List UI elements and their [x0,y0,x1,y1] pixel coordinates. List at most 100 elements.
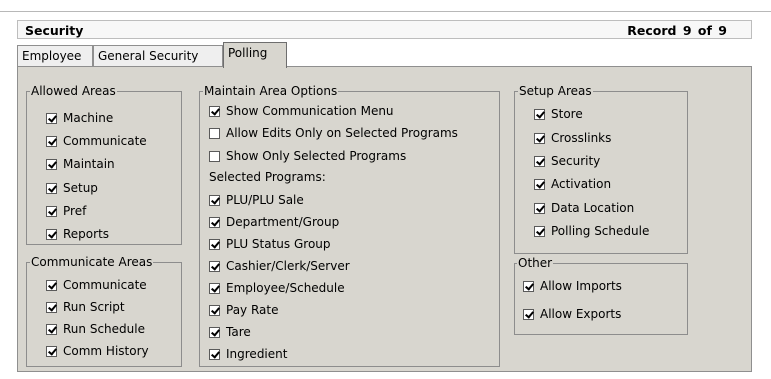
show-only-selected-checkbox[interactable]: Show Only Selected Programs [209,149,406,163]
comm-history-checkbox[interactable]: Comm History [46,344,149,358]
checkbox-label: Allow Imports [540,279,622,293]
store-checkbox[interactable]: Store [534,107,583,121]
plu-sale-checkbox[interactable]: PLU/PLU Sale [209,193,304,207]
checkbox-box[interactable] [523,280,534,292]
checkbox-label: Run Schedule [63,322,145,336]
communicate-checkbox[interactable]: Communicate [46,134,147,148]
checkbox-box[interactable] [209,260,220,272]
maintain-options-legend: Maintain Area Options [203,84,339,98]
run-script-checkbox[interactable]: Run Script [46,300,125,314]
setup-areas-legend: Setup Areas [518,84,593,98]
checkbox-label: Setup [63,181,98,195]
allow-exports-checkbox[interactable]: Allow Exports [523,307,621,321]
communicate-areas-legend: Communicate Areas [30,255,154,269]
top-divider [0,11,771,12]
checkbox-label: Ingredient [226,347,288,361]
checkbox-box[interactable] [534,132,545,144]
run-schedule-checkbox[interactable]: Run Schedule [46,322,145,336]
pay-rate-checkbox[interactable]: Pay Rate [209,303,278,317]
checkbox-box[interactable] [46,279,57,291]
activation-checkbox[interactable]: Activation [534,177,611,191]
cashier-clerk-server-checkbox[interactable]: Cashier/Clerk/Server [209,259,350,273]
checkbox-box[interactable] [209,304,220,316]
checkbox-box[interactable] [209,127,220,139]
checkbox-label: Security [551,154,601,168]
reports-checkbox[interactable]: Reports [46,227,109,241]
checkbox-box[interactable] [46,345,57,357]
tab-general-security[interactable]: General Security [93,45,223,67]
checkbox-label: Communicate [63,278,147,292]
record-header: Security Record 9 of 9 [17,20,752,39]
polling-schedule-checkbox[interactable]: Polling Schedule [534,224,649,238]
checkbox-label: Employee/Schedule [226,281,345,295]
checkbox-label: Machine [63,111,114,125]
checkbox-box[interactable] [46,228,57,240]
selected-programs-label: Selected Programs: [209,170,326,184]
checkbox-label: Show Only Selected Programs [226,149,407,163]
communicate-areas-group: Communicate Areas Communicate Run Script… [26,255,182,367]
checkbox-label: Department/Group [226,215,340,229]
checkbox-label: Run Script [63,300,125,314]
checkbox-box[interactable] [209,105,220,117]
checkbox-label: Allow Exports [540,307,622,321]
checkbox-box[interactable] [46,301,57,313]
checkbox-box[interactable] [209,216,220,228]
checkbox-label: Show Communication Menu [226,104,394,118]
checkbox-box[interactable] [46,135,57,147]
checkbox-box[interactable] [46,205,57,217]
tab-polling[interactable]: Polling [223,42,287,68]
comm-communicate-checkbox[interactable]: Communicate [46,278,147,292]
checkbox-box[interactable] [209,150,220,162]
other-legend: Other [517,256,554,270]
show-communication-menu-checkbox[interactable]: Show Communication Menu [209,104,394,118]
page-title: Security [25,23,84,38]
setup-checkbox[interactable]: Setup [46,181,98,195]
checkbox-box[interactable] [46,112,57,124]
plu-status-group-checkbox[interactable]: PLU Status Group [209,237,331,251]
other-group: Other Allow Imports Allow Exports [514,256,688,335]
checkbox-box[interactable] [523,308,534,320]
checkbox-box[interactable] [209,326,220,338]
checkbox-label: Crosslinks [551,131,612,145]
record-counter: Record 9 of 9 [627,23,727,38]
checkbox-box[interactable] [46,323,57,335]
checkbox-box[interactable] [209,194,220,206]
allowed-areas-group: Allowed Areas Machine Communicate Mainta… [26,84,182,245]
checkbox-label: Cashier/Clerk/Server [226,259,350,273]
tab-employee[interactable]: Employee [17,45,93,67]
checkbox-label: Polling Schedule [551,224,650,238]
maintain-checkbox[interactable]: Maintain [46,157,115,171]
checkbox-box[interactable] [534,155,545,167]
checkbox-box[interactable] [209,282,220,294]
checkbox-label: Reports [63,227,110,241]
ingredient-checkbox[interactable]: Ingredient [209,347,287,361]
checkbox-label: PLU/PLU Sale [226,193,304,207]
setup-areas-group: Setup Areas Store Crosslinks Security Ac… [514,84,688,254]
checkbox-label: Maintain [63,157,115,171]
checkbox-box[interactable] [534,202,545,214]
allow-edits-selected-checkbox[interactable]: Allow Edits Only on Selected Programs [209,126,458,140]
security-checkbox[interactable]: Security [534,154,600,168]
checkbox-box[interactable] [209,348,220,360]
checkbox-box[interactable] [534,178,545,190]
crosslinks-checkbox[interactable]: Crosslinks [534,131,611,145]
checkbox-label: Allow Edits Only on Selected Programs [226,126,458,140]
checkbox-box[interactable] [534,108,545,120]
tare-checkbox[interactable]: Tare [209,325,251,339]
checkbox-label: Activation [551,177,612,191]
machine-checkbox[interactable]: Machine [46,111,113,125]
polling-panel: Allowed Areas Machine Communicate Mainta… [17,66,752,372]
checkbox-label: Communicate [63,134,147,148]
pref-checkbox[interactable]: Pref [46,204,86,218]
data-location-checkbox[interactable]: Data Location [534,201,634,215]
checkbox-box[interactable] [46,182,57,194]
checkbox-label: PLU Status Group [226,237,331,251]
department-group-checkbox[interactable]: Department/Group [209,215,339,229]
checkbox-box[interactable] [209,238,220,250]
checkbox-box[interactable] [534,225,545,237]
checkbox-label: Pref [63,204,87,218]
checkbox-box[interactable] [46,158,57,170]
allow-imports-checkbox[interactable]: Allow Imports [523,279,622,293]
employee-schedule-checkbox[interactable]: Employee/Schedule [209,281,345,295]
checkbox-label: Comm History [63,344,149,358]
